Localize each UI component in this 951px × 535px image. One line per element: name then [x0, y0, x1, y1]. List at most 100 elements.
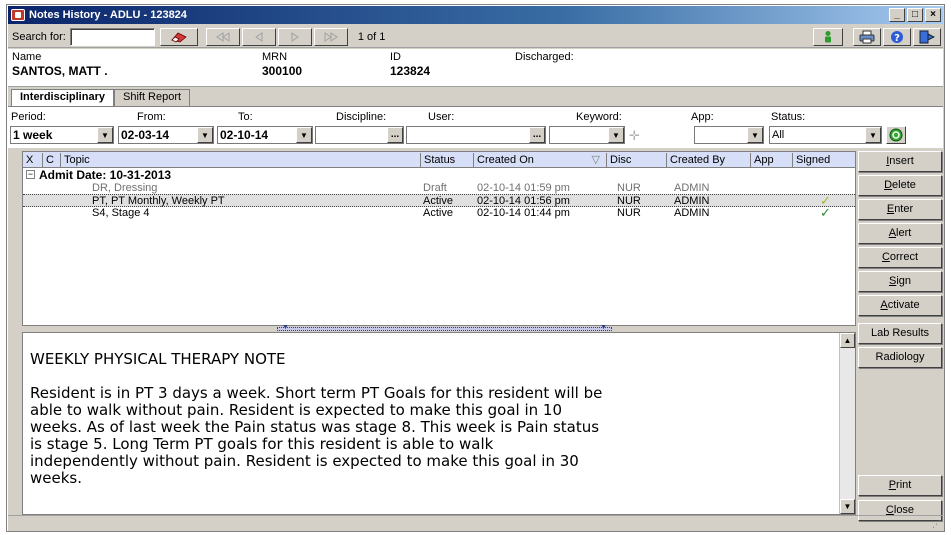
first-page-icon[interactable]	[205, 27, 240, 46]
tab-interdisciplinary[interactable]: Interdisciplinary	[11, 89, 114, 106]
row-topic: PT, PT Monthly, Weekly PT	[92, 195, 225, 207]
scroll-up-icon[interactable]: ▲	[840, 333, 855, 348]
delete-button[interactable]: Delete	[858, 175, 942, 196]
id-value: 123824	[390, 64, 431, 78]
row-created-on: 02-10-14 01:44 pm	[477, 207, 570, 219]
col-created-by[interactable]: Created By	[666, 153, 750, 167]
note-line: weeks.	[30, 469, 82, 487]
eraser-icon[interactable]	[159, 27, 198, 46]
col-created-on[interactable]: Created On ▽	[473, 153, 606, 167]
col-topic[interactable]: Topic	[60, 153, 420, 167]
close-window-button[interactable]: ×	[925, 8, 941, 22]
maximize-button[interactable]: □	[907, 8, 923, 22]
note-line: weeks. As of last week the Pain status w…	[30, 418, 600, 436]
row-topic: S4, Stage 4	[92, 207, 150, 219]
sort-desc-icon: ▽	[591, 154, 600, 166]
name-label: Name	[12, 51, 42, 63]
user-lookup-button[interactable]: ...	[529, 127, 545, 143]
splitter-left-arrow-icon: ▼	[282, 324, 289, 331]
keyword-select[interactable]: ▼	[549, 126, 625, 144]
col-app[interactable]: App	[750, 153, 792, 167]
insert-button[interactable]: Insert	[858, 151, 942, 172]
chevron-down-icon[interactable]: ▼	[296, 127, 312, 143]
keyword-label: Keyword:	[576, 111, 622, 123]
printer-icon[interactable]	[853, 27, 881, 46]
chevron-down-icon[interactable]: ▼	[747, 127, 763, 143]
chevron-down-icon[interactable]: ▼	[97, 127, 113, 143]
user-label: User:	[428, 111, 455, 123]
discipline-lookup-button[interactable]: ...	[387, 127, 403, 143]
chevron-down-icon[interactable]: ▼	[865, 127, 881, 143]
table-row[interactable]: DR, Dressing Draft 02-10-14 01:59 pm NUR…	[23, 182, 855, 194]
tab-shift-report[interactable]: Shift Report	[113, 89, 191, 106]
next-page-icon[interactable]	[277, 27, 312, 46]
mrn-value: 300100	[262, 64, 303, 78]
row-topic: DR, Dressing	[92, 182, 158, 194]
patient-name: SANTOS, MATT .	[12, 64, 108, 78]
svg-text:?: ?	[894, 33, 900, 44]
to-date-value: 02-10-14	[220, 128, 269, 142]
col-signed[interactable]: Signed	[792, 153, 855, 167]
table-row-selected[interactable]: PT, PT Monthly, Weekly PT Active 02-10-1…	[23, 194, 855, 207]
row-disc: NUR	[617, 195, 641, 207]
col-c[interactable]: C	[42, 153, 59, 167]
app-select[interactable]: ▼	[694, 126, 764, 144]
pane-splitter[interactable]: ▼ ▼	[277, 324, 612, 331]
green-refresh-icon[interactable]	[886, 126, 906, 144]
scroll-down-icon[interactable]: ▼	[840, 499, 855, 514]
keyword-add-icon[interactable]: ✛	[629, 128, 640, 144]
signed-check-icon: ✓	[820, 205, 831, 220]
discipline-field[interactable]: ...	[315, 126, 404, 144]
col-disc[interactable]: Disc	[606, 153, 666, 167]
page-indicator: 1 of 1	[357, 30, 386, 43]
help-icon[interactable]: ?	[883, 27, 911, 46]
to-date-field[interactable]: 02-10-14 ▼	[217, 126, 313, 144]
last-page-icon[interactable]	[313, 27, 348, 46]
sign-button[interactable]: Sign	[858, 271, 942, 292]
user-field[interactable]: ...	[406, 126, 546, 144]
radiology-button[interactable]: Radiology	[858, 347, 942, 368]
group-row[interactable]: − Admit Date: 10-31-2013	[23, 169, 855, 181]
lab-results-button[interactable]: Lab Results	[858, 323, 942, 344]
resize-grip-icon[interactable]: ⋰	[932, 519, 941, 530]
row-status: Active	[423, 195, 453, 207]
col-status[interactable]: Status	[420, 153, 473, 167]
note-viewer[interactable]: WEEKLY PHYSICAL THERAPY NOTE Resident is…	[22, 332, 856, 515]
status-value: All	[772, 129, 785, 141]
green-person-icon[interactable]	[813, 27, 843, 46]
note-content: WEEKLY PHYSICAL THERAPY NOTE Resident is…	[30, 351, 838, 487]
window-controls: _ □ ×	[889, 8, 941, 22]
period-select[interactable]: 1 week ▼	[10, 126, 114, 144]
print-button[interactable]: Print	[858, 475, 942, 496]
search-input[interactable]	[69, 27, 155, 46]
notes-history-window: Notes History - ADLU - 123824 _ □ × Sear…	[6, 4, 945, 532]
app-icon	[11, 9, 25, 21]
window-title: Notes History - ADLU - 123824	[29, 9, 187, 21]
from-date-field[interactable]: 02-03-14 ▼	[118, 126, 214, 144]
alert-button[interactable]: Alert	[858, 223, 942, 244]
enter-button[interactable]: Enter	[858, 199, 942, 220]
row-created-by: ADMIN	[674, 182, 710, 194]
chevron-down-icon[interactable]: ▼	[608, 127, 624, 143]
to-label: To:	[238, 111, 253, 123]
chevron-down-icon[interactable]: ▼	[197, 127, 213, 143]
row-disc: NUR	[617, 182, 641, 194]
mrn-label: MRN	[262, 51, 288, 63]
from-label: From:	[137, 111, 166, 123]
correct-button[interactable]: Correct	[858, 247, 942, 268]
id-label: ID	[390, 51, 401, 63]
note-title: WEEKLY PHYSICAL THERAPY NOTE	[30, 350, 286, 368]
from-date-value: 02-03-14	[121, 128, 170, 142]
discharged-label: Discharged:	[515, 51, 574, 63]
activate-button[interactable]: Activate	[858, 295, 942, 316]
note-scrollbar[interactable]: ▲ ▼	[839, 333, 855, 514]
table-row[interactable]: S4, Stage 4 Active 02-10-14 01:44 pm NUR…	[23, 205, 855, 220]
collapse-icon[interactable]: −	[26, 170, 35, 179]
minimize-button[interactable]: _	[889, 8, 905, 22]
note-line: is stage 5. Long Term PT goals for this …	[30, 435, 494, 453]
exit-icon[interactable]	[913, 27, 941, 46]
status-select[interactable]: All ▼	[769, 126, 882, 144]
title-bar: Notes History - ADLU - 123824 _ □ ×	[8, 6, 943, 24]
prev-page-icon[interactable]	[241, 27, 276, 46]
col-x[interactable]: X	[23, 153, 41, 167]
